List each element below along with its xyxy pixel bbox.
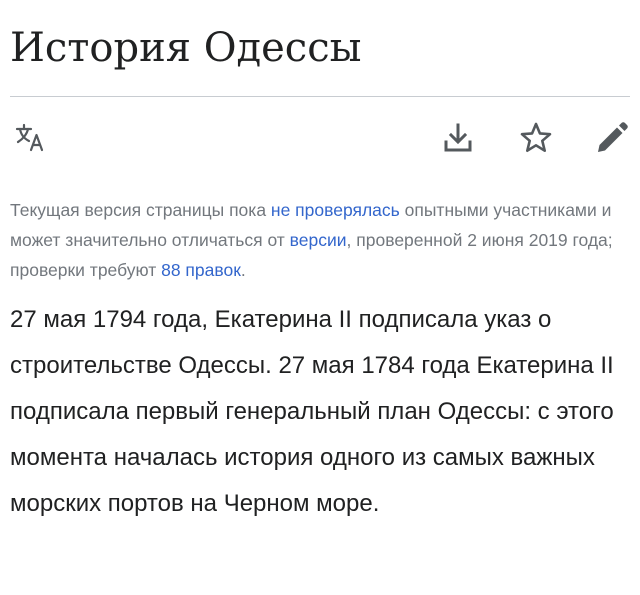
translate-icon: [15, 123, 44, 152]
pending-edits-link[interactable]: 88 правок: [161, 260, 241, 280]
download-button[interactable]: [438, 118, 478, 158]
unreviewed-notice: Текущая версия страницы пока не проверял…: [10, 195, 626, 285]
not-reviewed-link[interactable]: не проверялась: [271, 200, 400, 220]
download-icon: [444, 123, 472, 152]
article-paragraph: 27 мая 1794 года, Екатерина II подписала…: [10, 306, 614, 517]
notice-text: .: [240, 260, 246, 280]
title-divider: [10, 96, 630, 97]
pencil-icon: [598, 122, 628, 152]
watch-star-button[interactable]: [516, 118, 556, 158]
language-button[interactable]: [10, 118, 50, 158]
edit-button[interactable]: [592, 118, 632, 158]
reviewed-version-link[interactable]: версии: [290, 230, 347, 250]
star-icon: [520, 122, 552, 152]
page-title: История Одессы: [10, 25, 362, 71]
notice-text: Текущая версия страницы пока: [10, 200, 271, 220]
